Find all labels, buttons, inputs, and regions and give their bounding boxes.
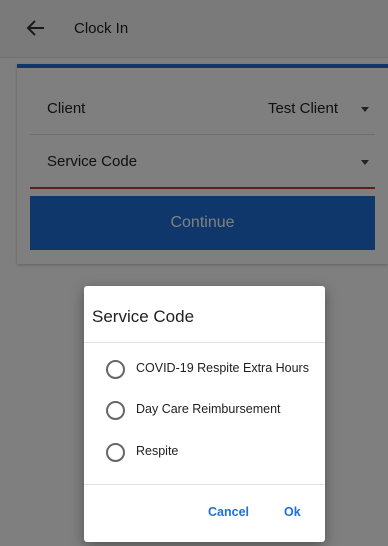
dialog-actions: Cancel Ok [84, 484, 325, 543]
option-respite[interactable]: Respite [106, 438, 321, 468]
cancel-button[interactable]: Cancel [208, 505, 249, 519]
radio-unchecked-icon[interactable] [106, 443, 125, 462]
radio-unchecked-icon[interactable] [106, 360, 125, 379]
service-code-dialog: Service Code COVID-19 Respite Extra Hour… [84, 286, 325, 542]
dialog-header: Service Code [84, 286, 325, 343]
option-covid-19-respite-extra-hours[interactable]: COVID-19 Respite Extra Hours [106, 355, 321, 385]
option-day-care-reimbursement[interactable]: Day Care Reimbursement [106, 396, 321, 426]
option-label: Respite [136, 444, 179, 458]
ok-button[interactable]: Ok [284, 505, 301, 519]
radio-unchecked-icon[interactable] [106, 401, 125, 420]
dialog-title: Service Code [92, 307, 195, 326]
option-label: COVID-19 Respite Extra Hours [136, 361, 309, 375]
option-label: Day Care Reimbursement [136, 402, 281, 416]
